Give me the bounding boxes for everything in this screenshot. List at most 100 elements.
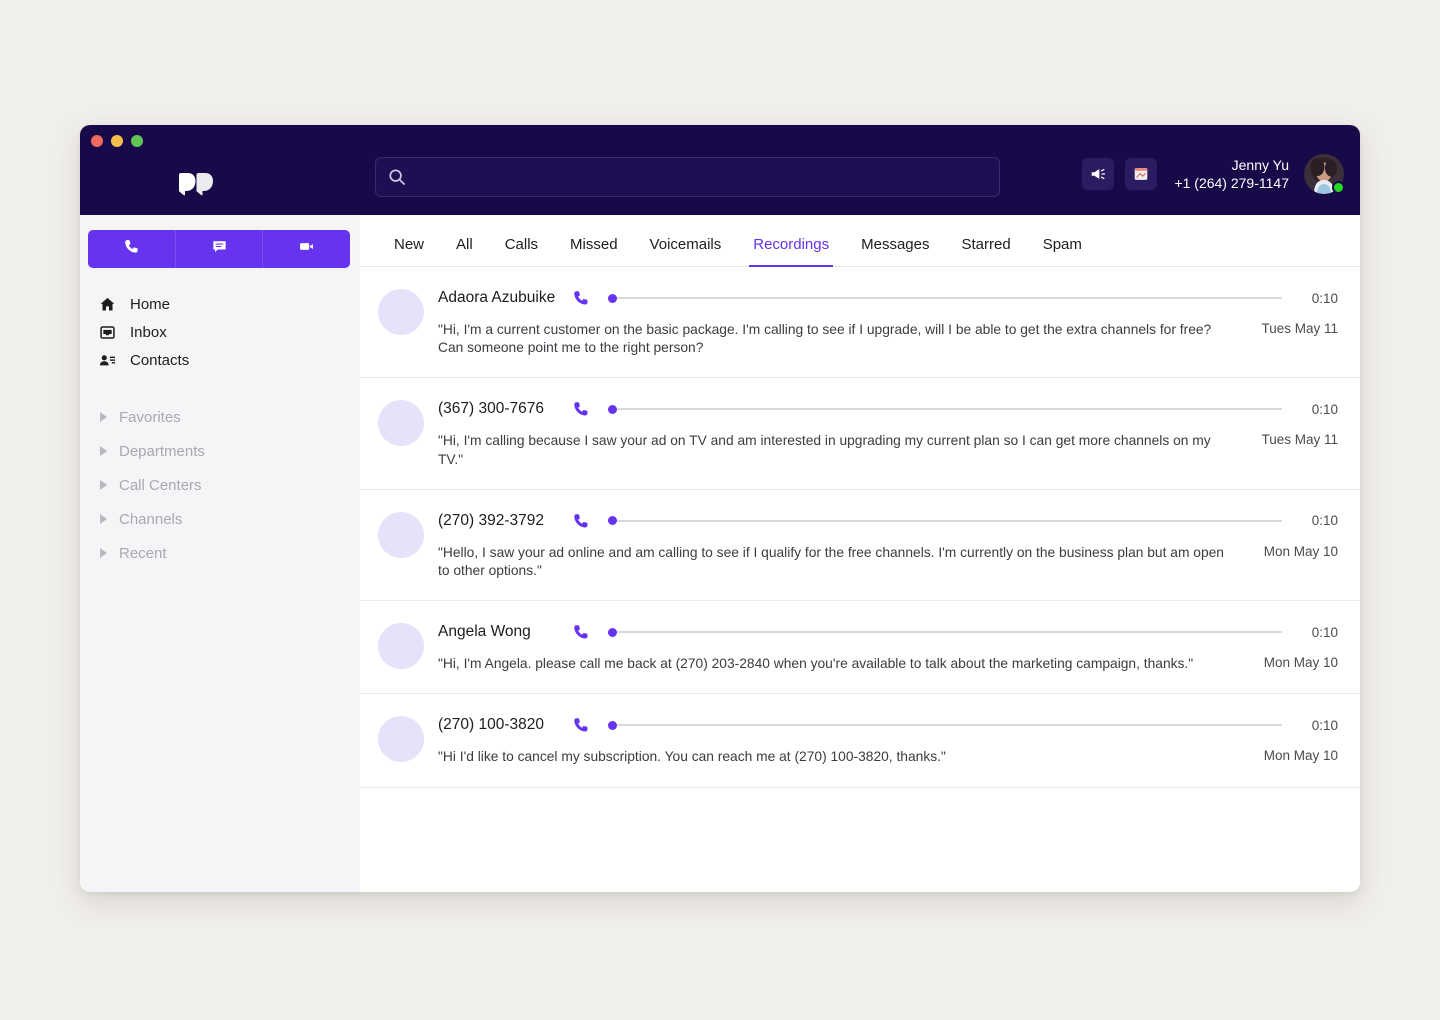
avatar: [378, 289, 424, 335]
avatar[interactable]: [1304, 154, 1344, 194]
playhead-knob[interactable]: [608, 721, 617, 730]
tab-missed[interactable]: Missed: [554, 236, 634, 266]
sidebar-group-label: Favorites: [119, 409, 181, 426]
app-body: Home Inbox: [80, 215, 1360, 892]
sidebar-item-contacts[interactable]: Contacts: [80, 346, 360, 374]
minimize-window-button[interactable]: [111, 135, 123, 147]
progress-track[interactable]: [617, 408, 1282, 410]
sidebar-group-recent[interactable]: Recent: [80, 536, 360, 570]
playhead-knob[interactable]: [608, 628, 617, 637]
close-window-button[interactable]: [91, 135, 103, 147]
transcript-text: "Hi, I'm a current customer on the basic…: [438, 321, 1236, 357]
recording-duration: 0:10: [1296, 402, 1338, 417]
sidebar-primary-nav: Home Inbox: [80, 290, 360, 374]
recording-content: Adaora Azubuike 0:10: [438, 287, 1338, 357]
phone-icon[interactable]: [572, 512, 590, 530]
home-icon: [98, 295, 116, 313]
audio-player-slider[interactable]: [604, 516, 1282, 525]
new-message-button[interactable]: [176, 230, 264, 268]
recording-duration: 0:10: [1296, 625, 1338, 640]
maximize-window-button[interactable]: [131, 135, 143, 147]
progress-track[interactable]: [617, 631, 1282, 633]
recording-date: Mon May 10: [1252, 544, 1338, 559]
recording-header: (270) 100-3820 0:10: [438, 714, 1338, 736]
table-row[interactable]: (367) 300-7676 0:10: [360, 378, 1360, 489]
audio-player-slider[interactable]: [604, 294, 1282, 303]
notes-icon[interactable]: [1125, 158, 1157, 190]
sidebar-item-home[interactable]: Home: [80, 290, 360, 318]
audio-player-slider[interactable]: [604, 628, 1282, 637]
caller-name: Adaora Azubuike: [438, 289, 558, 307]
sidebar-group-channels[interactable]: Channels: [80, 502, 360, 536]
playhead-knob[interactable]: [608, 516, 617, 525]
recording-footer: "Hi, I'm calling because I saw your ad o…: [438, 432, 1338, 468]
new-meeting-button[interactable]: [263, 230, 350, 268]
video-icon: [298, 238, 315, 260]
main-panel: New All Calls Missed Voicemails Recordin…: [360, 215, 1360, 892]
progress-track[interactable]: [617, 724, 1282, 726]
recording-date: Tues May 11: [1252, 321, 1338, 336]
phone-icon[interactable]: [572, 623, 590, 641]
dialpad-logo-icon[interactable]: [176, 172, 216, 196]
recording-header: (367) 300-7676 0:10: [438, 398, 1338, 420]
sidebar-item-inbox[interactable]: Inbox: [80, 318, 360, 346]
megaphone-icon[interactable]: [1082, 158, 1114, 190]
progress-track[interactable]: [617, 520, 1282, 522]
recording-footer: "Hi I'd like to cancel my subscription. …: [438, 748, 1338, 766]
recording-date: Tues May 11: [1252, 432, 1338, 447]
audio-player-slider[interactable]: [604, 405, 1282, 414]
chevron-right-icon: [100, 480, 107, 490]
recording-footer: "Hello, I saw your ad online and am call…: [438, 544, 1338, 580]
table-row[interactable]: Angela Wong 0:10: [360, 601, 1360, 694]
transcript-text: "Hi, I'm Angela. please call me back at …: [438, 655, 1236, 673]
recording-duration: 0:10: [1296, 291, 1338, 306]
user-phone: +1 (264) 279-1147: [1174, 174, 1289, 192]
phone-icon[interactable]: [572, 289, 590, 307]
search-input[interactable]: [416, 169, 987, 185]
tab-new[interactable]: New: [378, 236, 440, 266]
sidebar-group-call-centers[interactable]: Call Centers: [80, 468, 360, 502]
recording-content: Angela Wong 0:10: [438, 621, 1338, 673]
tab-spam[interactable]: Spam: [1027, 236, 1098, 266]
phone-icon[interactable]: [572, 400, 590, 418]
playhead-knob[interactable]: [608, 294, 617, 303]
tab-voicemails[interactable]: Voicemails: [634, 236, 738, 266]
phone-icon[interactable]: [572, 716, 590, 734]
caller-name: Angela Wong: [438, 623, 558, 641]
recordings-list: Adaora Azubuike 0:10: [360, 267, 1360, 892]
playhead-knob[interactable]: [608, 405, 617, 414]
caller-name: (367) 300-7676: [438, 400, 558, 418]
search-bar[interactable]: [375, 157, 1000, 197]
caller-name: (270) 100-3820: [438, 716, 558, 734]
recording-header: Angela Wong 0:10: [438, 621, 1338, 643]
contacts-icon: [98, 351, 116, 369]
phone-icon: [123, 238, 140, 260]
sidebar-group-label: Recent: [119, 545, 167, 562]
sidebar-group-departments[interactable]: Departments: [80, 434, 360, 468]
tab-recordings[interactable]: Recordings: [737, 236, 845, 266]
chevron-right-icon: [100, 412, 107, 422]
avatar: [378, 512, 424, 558]
table-row[interactable]: (270) 100-3820 0:10: [360, 694, 1360, 787]
tab-starred[interactable]: Starred: [946, 236, 1027, 266]
recording-date: Mon May 10: [1252, 748, 1338, 763]
transcript-text: "Hi I'd like to cancel my subscription. …: [438, 748, 1236, 766]
recording-header: Adaora Azubuike 0:10: [438, 287, 1338, 309]
new-call-button[interactable]: [88, 230, 176, 268]
table-row[interactable]: Adaora Azubuike 0:10: [360, 267, 1360, 378]
message-icon: [211, 238, 228, 260]
audio-player-slider[interactable]: [604, 721, 1282, 730]
search-icon: [388, 168, 406, 186]
inbox-icon: [98, 323, 116, 341]
tab-messages[interactable]: Messages: [845, 236, 945, 266]
progress-track[interactable]: [617, 297, 1282, 299]
avatar: [378, 400, 424, 446]
table-row[interactable]: (270) 392-3792 0:10: [360, 490, 1360, 601]
tab-all[interactable]: All: [440, 236, 489, 266]
user-info[interactable]: Jenny Yu +1 (264) 279-1147: [1174, 156, 1289, 193]
window-controls: [91, 135, 143, 147]
tab-bar: New All Calls Missed Voicemails Recordin…: [360, 215, 1360, 267]
sidebar-group-favorites[interactable]: Favorites: [80, 400, 360, 434]
tab-calls[interactable]: Calls: [489, 236, 554, 266]
recording-duration: 0:10: [1296, 718, 1338, 733]
